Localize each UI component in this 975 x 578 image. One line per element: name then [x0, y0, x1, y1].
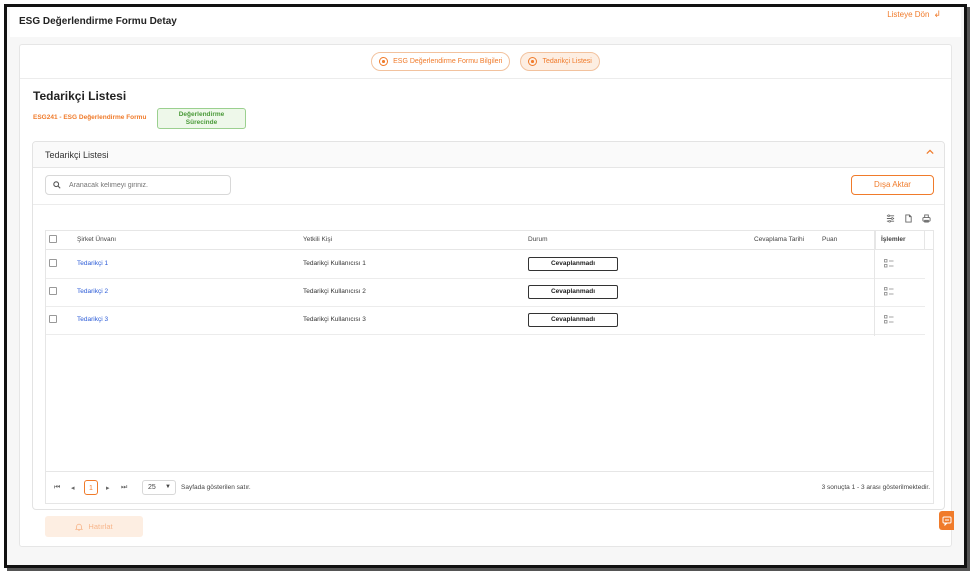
- column-company[interactable]: Şirket Ünvanı: [77, 231, 116, 249]
- tab-label: Tedarikçi Listesi: [542, 58, 592, 65]
- checklist-icon[interactable]: [884, 287, 894, 296]
- supplier-table: Şirket Ünvanı Yetkili Kişi Durum Cevapla…: [45, 230, 934, 472]
- contact-name: Tedarikçi Kullanıcısı 2: [303, 288, 366, 295]
- search-box[interactable]: [45, 175, 231, 195]
- tab-label: ESG Değerlendirme Formu Bilgileri: [393, 58, 503, 65]
- current-page-button[interactable]: 1: [84, 480, 98, 495]
- return-arrow-icon: ↲: [933, 9, 941, 19]
- status-badge-line2: Sürecinde: [185, 119, 218, 126]
- first-page-icon[interactable]: ⏮: [54, 484, 60, 492]
- row-checkbox[interactable]: [49, 287, 57, 295]
- column-actions: İşlemler: [875, 231, 925, 249]
- radio-dot-icon: [528, 57, 538, 66]
- tab-form-info[interactable]: ESG Değerlendirme Formu Bilgileri: [371, 52, 511, 71]
- filter-settings-icon[interactable]: [886, 214, 895, 223]
- page-size-label: Sayfada gösterilen satır.: [181, 484, 251, 491]
- table-toolbar: [886, 214, 931, 223]
- caret-down-icon: ▼: [165, 484, 171, 490]
- panel-header[interactable]: Tedarikçi Listesi: [33, 142, 944, 168]
- page-title: ESG Değerlendirme Formu Detay: [19, 16, 177, 27]
- tab-bar: ESG Değerlendirme Formu Bilgileri Tedari…: [20, 45, 951, 79]
- last-page-icon[interactable]: ⏭: [121, 484, 127, 492]
- radio-dot-icon: [379, 57, 389, 66]
- column-reply-date[interactable]: Cevaplama Tarihi: [754, 231, 804, 249]
- contact-name: Tedarikçi Kullanıcısı 3: [303, 316, 366, 323]
- status-button[interactable]: Cevaplanmadı: [528, 313, 618, 327]
- prev-page-icon[interactable]: ◂: [71, 484, 75, 492]
- top-bar: ESG Değerlendirme Formu Detay Listeye Dö…: [10, 7, 961, 37]
- chat-button[interactable]: [939, 511, 954, 530]
- document-icon[interactable]: [904, 214, 913, 223]
- panel-title: Tedarikçi Listesi: [45, 150, 109, 160]
- search-icon: [53, 181, 61, 189]
- company-link[interactable]: Tedarikçi 2: [77, 278, 108, 306]
- app-window: ESG Değerlendirme Formu Detay Listeye Dö…: [4, 4, 967, 568]
- page-size-select[interactable]: 25 ▼: [142, 480, 176, 495]
- page-size-value: 25: [148, 484, 156, 491]
- actions-column-divider: [874, 231, 875, 336]
- export-button[interactable]: Dışa Aktar: [851, 175, 934, 195]
- table-header: Şirket Ünvanı Yetkili Kişi Durum Cevapla…: [46, 231, 933, 250]
- row-checkbox[interactable]: [49, 315, 57, 323]
- print-icon[interactable]: [922, 214, 931, 223]
- back-to-list-label: Listeye Dön: [887, 10, 930, 19]
- back-to-list-link[interactable]: Listeye Dön ↲: [887, 9, 941, 20]
- select-all-checkbox[interactable]: [49, 235, 57, 243]
- results-info: 3 sonuçta 1 - 3 arası gösterilmektedir.: [821, 484, 930, 491]
- chevron-up-icon[interactable]: [926, 148, 934, 156]
- company-link[interactable]: Tedarikçi 1: [77, 250, 108, 278]
- pagination-bar: ⏮ ◂ 1 ▸ ⏭ 25 ▼ Sayfada gösterilen satır.…: [45, 472, 934, 504]
- bell-icon: [75, 523, 84, 531]
- checklist-icon[interactable]: [884, 259, 894, 268]
- column-contact[interactable]: Yetkili Kişi: [303, 231, 332, 249]
- column-score[interactable]: Puan: [822, 231, 837, 249]
- tab-supplier-list[interactable]: Tedarikçi Listesi: [520, 52, 600, 71]
- remind-button[interactable]: Hatırlat: [45, 516, 143, 537]
- status-button[interactable]: Cevaplanmadı: [528, 285, 618, 299]
- contact-name: Tedarikçi Kullanıcısı 1: [303, 260, 366, 267]
- status-badge-line1: Değerlendirme: [178, 111, 225, 118]
- supplier-panel: Tedarikçi Listesi Dışa Aktar Şirket Ünva…: [32, 141, 945, 510]
- search-input[interactable]: [67, 180, 221, 190]
- checklist-icon[interactable]: [884, 315, 894, 324]
- status-button[interactable]: Cevaplanmadı: [528, 257, 618, 271]
- row-checkbox[interactable]: [49, 259, 57, 267]
- detail-card: ESG Değerlendirme Formu Bilgileri Tedari…: [19, 44, 952, 547]
- company-link[interactable]: Tedarikçi 3: [77, 306, 108, 334]
- divider: [33, 204, 944, 205]
- chat-icon: [942, 516, 951, 526]
- table-row: Tedarikçi 3 Tedarikçi Kullanıcısı 3 Ceva…: [46, 306, 925, 335]
- remind-label: Hatırlat: [88, 522, 113, 531]
- status-badge: Değerlendirme Sürecinde: [157, 108, 246, 129]
- column-status[interactable]: Durum: [528, 231, 548, 249]
- form-reference: ESG241 - ESG Değerlendirme Formu: [33, 114, 147, 121]
- next-page-icon[interactable]: ▸: [106, 484, 110, 492]
- table-row: Tedarikçi 2 Tedarikçi Kullanıcısı 2 Ceva…: [46, 278, 925, 307]
- section-title: Tedarikçi Listesi: [33, 89, 127, 103]
- table-row: Tedarikçi 1 Tedarikçi Kullanıcısı 1 Ceva…: [46, 250, 925, 279]
